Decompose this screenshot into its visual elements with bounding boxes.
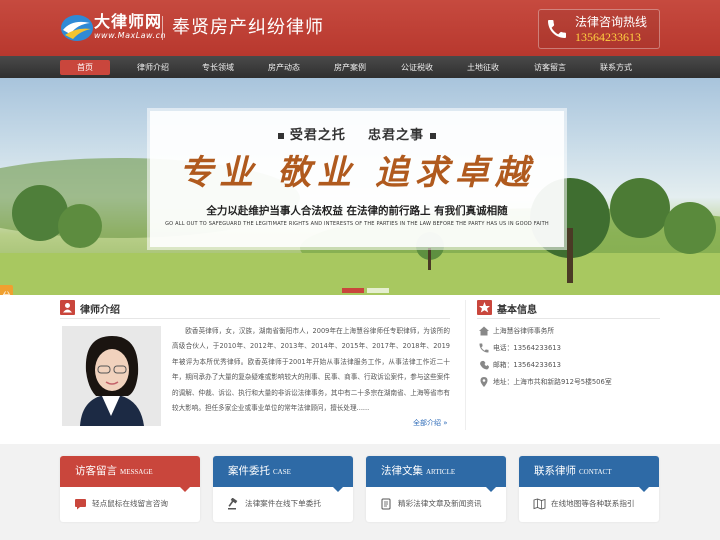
banner-motto: 受君之托 忠君之事 <box>150 124 564 143</box>
nav-item-lawyer-intro[interactable]: 律师介绍 <box>128 60 178 75</box>
card-case-notch <box>333 487 343 492</box>
card-article-desc: 精彩法律文章及新闻资讯 <box>380 498 482 510</box>
nav-item-notary-tax[interactable]: 公证税收 <box>392 60 442 75</box>
user-icon <box>60 300 75 315</box>
main-nav: 首页 律师介绍 专长领域 房产动态 房产案例 公证税收 土地征收 访客留言 联系… <box>0 56 720 78</box>
card-case-desc: 法律案件在线下单委托 <box>227 498 321 510</box>
nav-item-land-expropriation[interactable]: 土地征收 <box>458 60 508 75</box>
card-article[interactable]: 法律文集 ARTICLE 精彩法律文章及新闻资讯 <box>366 456 506 522</box>
intro-more-link[interactable]: 全部介绍 » <box>413 418 448 428</box>
card-article-notch <box>486 487 496 492</box>
card-contact-notch <box>639 487 649 492</box>
section-divider <box>465 300 466 430</box>
slider-pagination <box>342 278 392 295</box>
card-article-header: 法律文集 ARTICLE <box>366 456 506 492</box>
nav-item-property-cases[interactable]: 房产案例 <box>325 60 375 75</box>
info-address: 地址：上海市共和新路912号5楼506室 <box>478 375 612 389</box>
card-message-desc: 轻点鼠标在线留言咨询 <box>74 498 168 510</box>
card-message[interactable]: 访客留言 MESSAGE 轻点鼠标在线留言咨询 <box>60 456 200 522</box>
lawyer-photo <box>62 326 161 426</box>
banner-description: 全力以赴维护当事人合法权益 在法律的前行路上 有我们真诚相随 <box>206 205 508 217</box>
intro-title: 律师介绍 <box>80 305 120 316</box>
card-message-title-en: MESSAGE <box>120 468 153 476</box>
banner-slogan-card: 受君之托 忠君之事 专业 敬业 追求卓越 全力以赴维护当事人合法权益 在法律的前… <box>150 111 564 247</box>
header-divider <box>162 16 163 40</box>
card-article-title-en: ARTICLE <box>426 468 456 476</box>
card-case-header: 案件委托 CASE <box>213 456 353 492</box>
card-message-desc-text: 轻点鼠标在线留言咨询 <box>92 499 168 508</box>
banner-motto-right: 忠君之事 <box>368 128 425 143</box>
card-contact-title-en: CONTACT <box>579 468 612 476</box>
card-case-title-en: CASE <box>273 468 291 476</box>
card-article-title-cn: 法律文集 <box>381 465 423 477</box>
map-icon <box>533 498 546 510</box>
card-contact-desc: 在线地图等各种联系指引 <box>533 498 635 510</box>
brand-name: 大律师网 <box>94 12 163 31</box>
intro-divider <box>60 318 450 319</box>
card-contact-title: 联系律师 CONTACT <box>534 464 612 480</box>
mobile-icon <box>480 360 489 370</box>
intro-text: 欧香英律师，女，汉族，湖南省衡阳市人，2009年在上海慧谷律师任专职律师，为该所… <box>172 327 450 413</box>
brand-url: www.MaxLaw.cn <box>94 31 167 40</box>
hero-banner: 受君之托 忠君之事 专业 敬业 追求卓越 全力以赴维护当事人合法权益 在法律的前… <box>0 78 720 295</box>
slider-dot-1[interactable] <box>342 288 364 293</box>
banner-motto-left: 受君之托 <box>289 128 346 143</box>
card-message-title-cn: 访客留言 <box>75 465 117 477</box>
card-case[interactable]: 案件委托 CASE 法律案件在线下单委托 <box>213 456 353 522</box>
card-contact[interactable]: 联系律师 CONTACT 在线地图等各种联系指引 <box>519 456 659 522</box>
brand[interactable]: 大律师网 www.MaxLaw.cn <box>94 13 166 41</box>
banner-slogan: 专业 敬业 追求卓越 <box>179 153 535 193</box>
info-firm-text: 上海慧谷律师事务所 <box>493 327 555 335</box>
site-title: 奉贤房产纠纷律师 <box>172 17 324 38</box>
card-case-title-cn: 案件委托 <box>228 465 270 477</box>
hotline-label: 法律咨询热线 <box>575 15 648 29</box>
info-firm: 上海慧谷律师事务所 <box>478 324 554 338</box>
info-address-text: 地址：上海市共和新路912号5楼506室 <box>493 378 612 386</box>
card-message-title: 访客留言 MESSAGE <box>75 464 153 480</box>
chat-bubble-icon <box>75 499 86 510</box>
nav-item-contact[interactable]: 联系方式 <box>591 60 641 75</box>
hotline-number: 13564233613 <box>575 30 641 44</box>
star-icon <box>477 300 492 315</box>
nav-item-property-news[interactable]: 房产动态 <box>259 60 309 75</box>
nav-item-guestbook[interactable]: 访客留言 <box>525 60 575 75</box>
info-mobile: 邮箱：13564233613 <box>478 358 561 372</box>
card-article-desc-text: 精彩法律文章及新闻资讯 <box>398 499 482 508</box>
info-divider <box>477 318 660 319</box>
info-mobile-text: 邮箱：13564233613 <box>493 361 561 369</box>
card-case-title: 案件委托 CASE <box>228 464 291 480</box>
nav-item-expertise[interactable]: 专长领域 <box>193 60 243 75</box>
share-tab[interactable]: 分享 <box>0 285 13 295</box>
banner-english: GO ALL OUT TO SAFEGUARD THE LEGITIMATE R… <box>165 221 549 227</box>
slider-dot-2[interactable] <box>367 288 389 293</box>
card-contact-desc-text: 在线地图等各种联系指引 <box>551 499 635 508</box>
location-icon <box>480 377 488 387</box>
maxlaw-logo-icon[interactable] <box>60 14 94 42</box>
document-icon <box>381 498 391 510</box>
hotline-box: 法律咨询热线 13564233613 <box>538 9 660 49</box>
home-icon <box>479 326 489 336</box>
card-case-desc-text: 法律案件在线下单委托 <box>245 499 321 508</box>
info-phone-text: 电话：13564233613 <box>493 344 561 352</box>
info-phone: 电话：13564233613 <box>478 341 561 355</box>
card-contact-header: 联系律师 CONTACT <box>519 456 659 492</box>
card-contact-title-cn: 联系律师 <box>534 465 576 477</box>
gavel-icon <box>228 498 238 510</box>
telephone-icon <box>479 343 489 353</box>
card-message-notch <box>180 487 190 492</box>
site-header: 大律师网 www.MaxLaw.cn 奉贤房产纠纷律师 法律咨询热线 13564… <box>0 0 720 56</box>
card-message-header: 访客留言 MESSAGE <box>60 456 200 492</box>
info-title: 基本信息 <box>497 305 537 316</box>
card-article-title: 法律文集 ARTICLE <box>381 464 455 480</box>
phone-icon <box>548 20 566 38</box>
nav-item-home[interactable]: 首页 <box>60 60 110 75</box>
